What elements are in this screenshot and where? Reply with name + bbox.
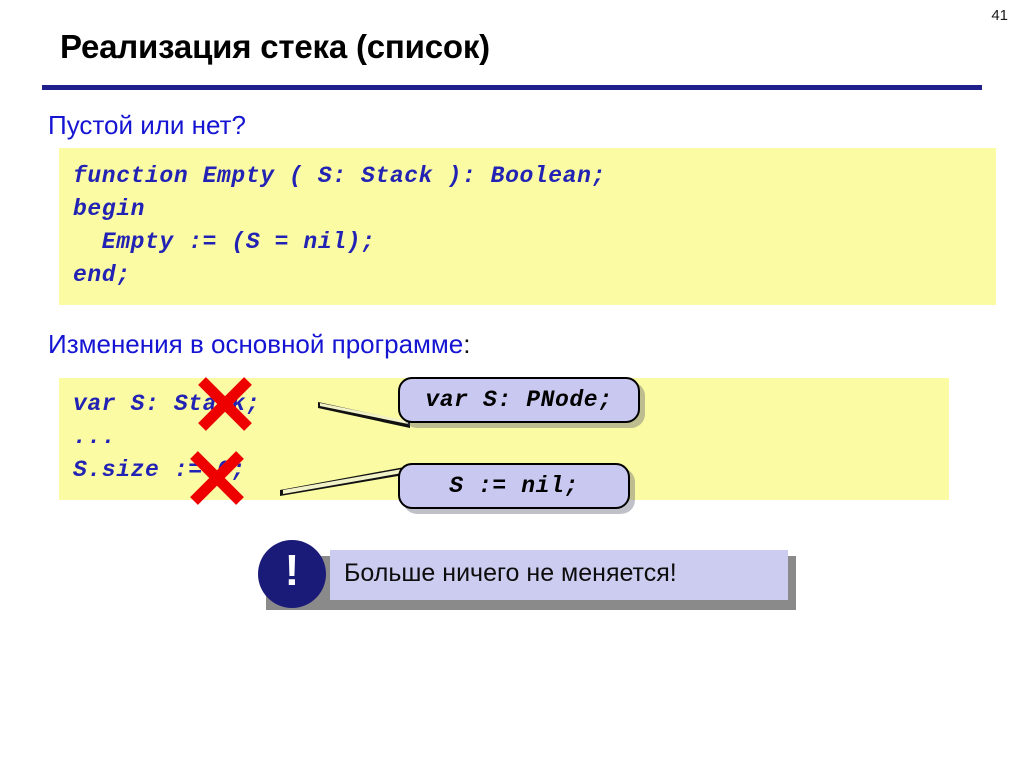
notice-text: Больше ничего не меняется! [344,559,677,587]
callout-pnode-text: var S: PNode; [425,387,613,413]
callout-tail-nil [280,466,410,496]
exclamation-mark-icon: ! [258,540,326,608]
page-title: Реализация стека (список) [60,28,490,65]
code-text-empty-function: function Empty ( S: Stack ): Boolean; be… [73,163,606,288]
callout-nil: S := nil; [398,463,630,509]
code-block-empty-function: function Empty ( S: Stack ): Boolean; be… [59,148,1002,311]
section-heading-colon: : [463,329,471,359]
section-heading-main-program-text: Изменения в основной программе [48,329,464,359]
notice-banner: ! Больше ничего не меняется! [258,540,796,610]
slide-number: 41 [991,7,1008,24]
cross-out-stack-icon [198,377,252,431]
title-divider [42,85,982,90]
callout-pnode: var S: PNode; [398,377,640,423]
cross-out-assign-icon [190,451,244,505]
callout-tail-pnode [318,402,410,428]
section-heading-empty: Пустой или нет? [48,110,246,140]
callout-nil-text: S := nil; [449,473,579,499]
section-heading-main-program: Изменения в основной программе: [48,329,471,360]
exclamation-mark-glyph: ! [284,546,300,595]
